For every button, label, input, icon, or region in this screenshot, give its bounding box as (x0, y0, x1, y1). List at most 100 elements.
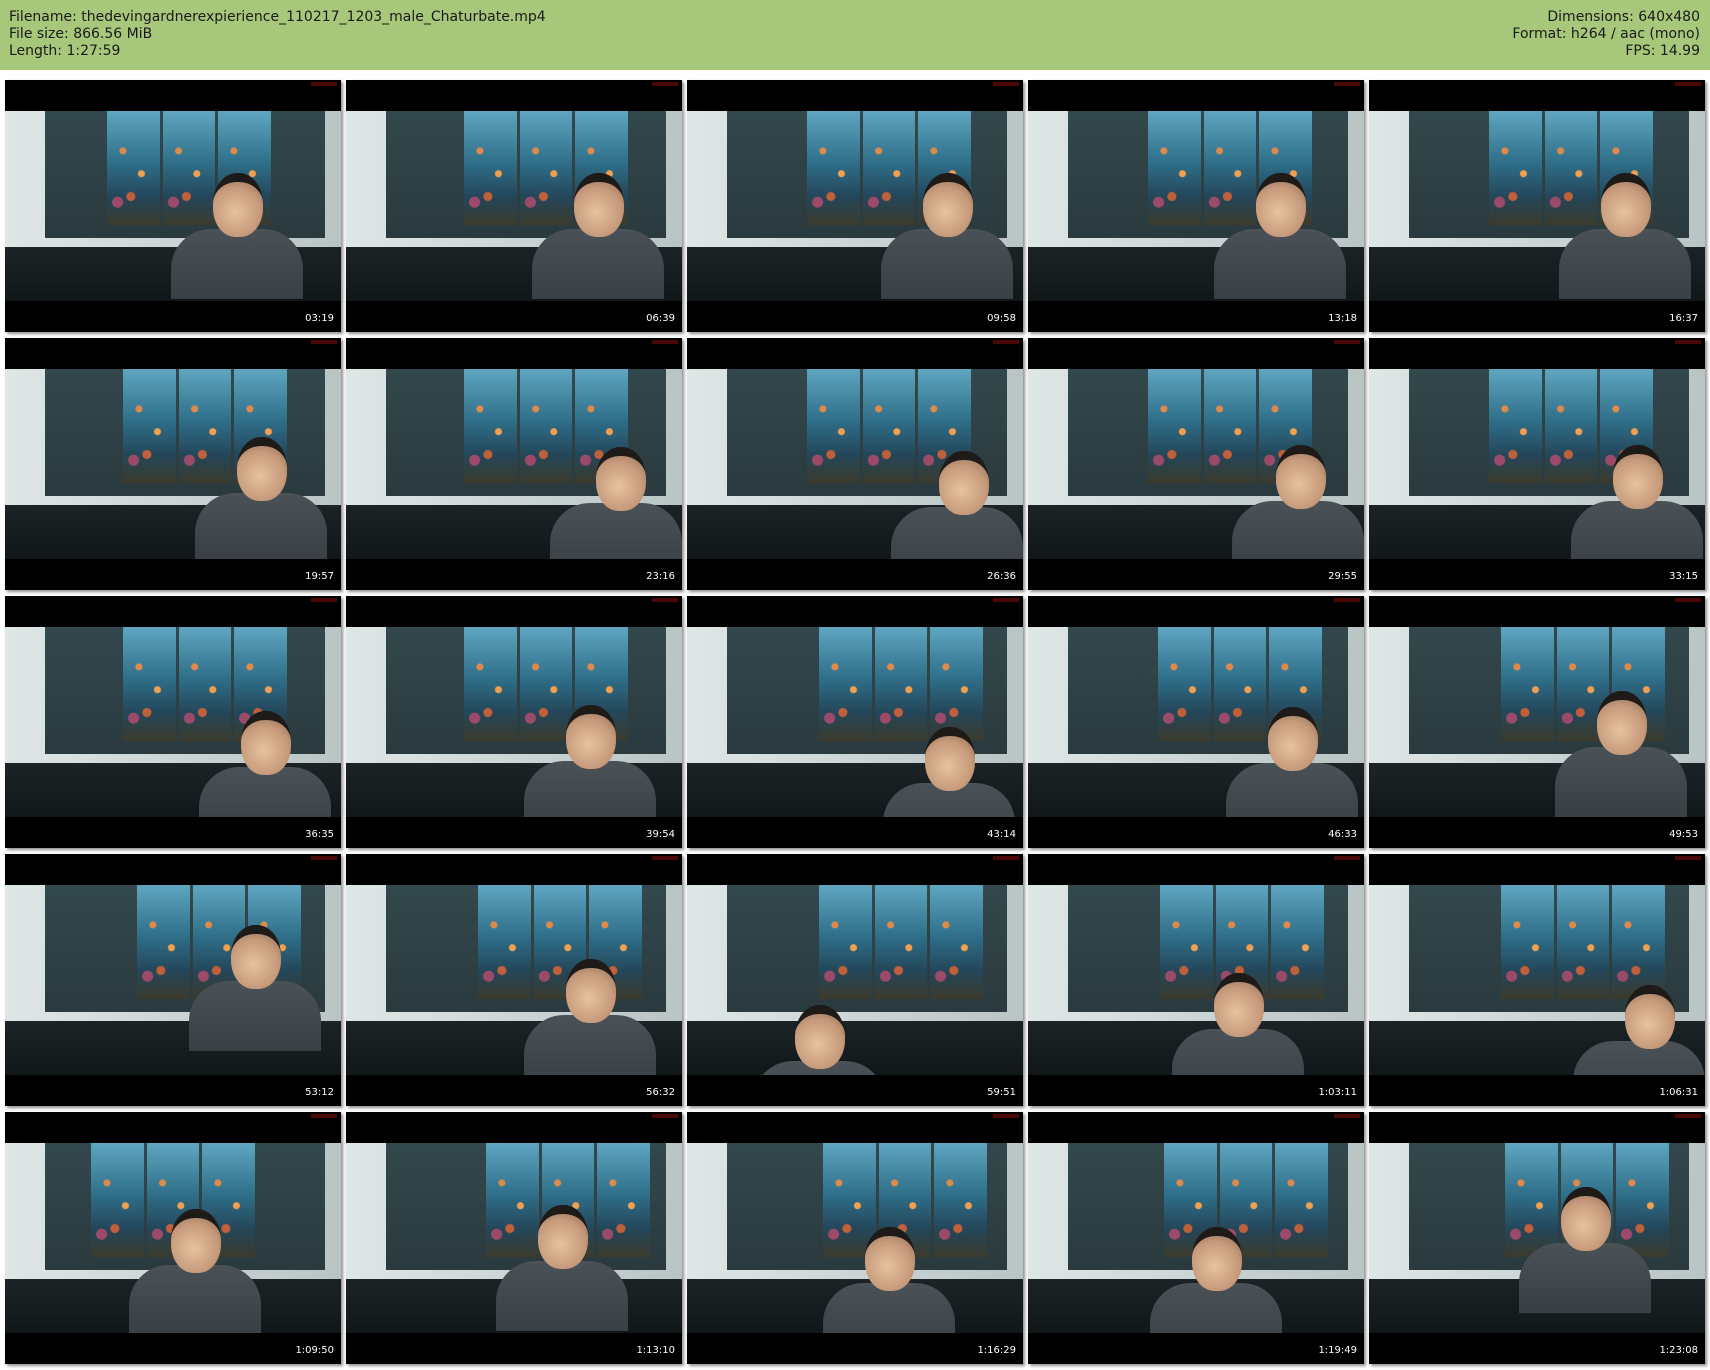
timestamp-label: 13:18 (1328, 313, 1357, 324)
video-frame (1028, 111, 1364, 301)
thumbnail: 33:15 (1369, 338, 1705, 590)
timestamp-label: 29:55 (1328, 571, 1357, 582)
watermark-mark (993, 1114, 1019, 1118)
contact-sheet-header: Filename: thedevingardnerexpierience_110… (0, 0, 1710, 70)
video-frame (687, 1143, 1023, 1333)
thumbnail: 13:18 (1028, 80, 1364, 332)
thumbnail: 36:35 (5, 596, 341, 848)
timestamp-label: 36:35 (305, 829, 334, 840)
length-label: Length: 1:27:59 (9, 43, 121, 59)
video-frame (346, 369, 682, 559)
timestamp-label: 1:09:50 (295, 1345, 334, 1356)
video-frame (5, 369, 341, 559)
watermark-mark (1675, 1114, 1701, 1118)
watermark-mark (652, 82, 678, 86)
thumbnail-grid: 03:19 06:39 09:58 13:18 16:37 19:57 23:16 26:36… (0, 78, 1710, 1370)
timestamp-label: 33:15 (1669, 571, 1698, 582)
video-frame (346, 1143, 682, 1333)
thumbnail: 53:12 (5, 854, 341, 1106)
thumbnail: 23:16 (346, 338, 682, 590)
thumbnail: 19:57 (5, 338, 341, 590)
timestamp-label: 1:03:11 (1318, 1087, 1357, 1098)
video-frame (1028, 1143, 1364, 1333)
timestamp-label: 26:36 (987, 571, 1016, 582)
thumbnail: 43:14 (687, 596, 1023, 848)
timestamp-label: 56:32 (646, 1087, 675, 1098)
thumbnail: 49:53 (1369, 596, 1705, 848)
thumbnail: 1:19:49 (1028, 1112, 1364, 1364)
thumbnail: 1:03:11 (1028, 854, 1364, 1106)
watermark-mark (311, 598, 337, 602)
video-frame (1369, 1143, 1705, 1333)
watermark-mark (311, 856, 337, 860)
watermark-mark (993, 340, 1019, 344)
video-frame (5, 627, 341, 817)
video-frame (1369, 885, 1705, 1075)
file-info: Filename: thedevingardnerexpierience_110… (9, 9, 546, 60)
timestamp-label: 53:12 (305, 1087, 334, 1098)
watermark-mark (1675, 82, 1701, 86)
dimensions-label: Dimensions: 640x480 (1547, 9, 1700, 25)
timestamp-label: 06:39 (646, 313, 675, 324)
timestamp-label: 03:19 (305, 313, 334, 324)
thumbnail: 56:32 (346, 854, 682, 1106)
timestamp-label: 19:57 (305, 571, 334, 582)
video-frame (5, 885, 341, 1075)
timestamp-label: 39:54 (646, 829, 675, 840)
fish-painting (1501, 885, 1666, 999)
timestamp-label: 1:16:29 (977, 1345, 1016, 1356)
timestamp-label: 1:06:31 (1659, 1087, 1698, 1098)
watermark-mark (311, 340, 337, 344)
watermark-mark (1675, 856, 1701, 860)
file-size-label: File size: 866.56 MiB (9, 26, 153, 42)
video-frame (346, 111, 682, 301)
video-frame (346, 885, 682, 1075)
watermark-mark (1675, 598, 1701, 602)
fish-painting (478, 885, 643, 999)
video-frame (1028, 627, 1364, 817)
fps-label: FPS: 14.99 (1625, 43, 1700, 59)
watermark-mark (1334, 82, 1360, 86)
video-frame (1028, 369, 1364, 559)
fish-painting (819, 885, 984, 999)
video-frame (1369, 369, 1705, 559)
watermark-mark (311, 82, 337, 86)
filename-label: Filename: thedevingardnerexpierience_110… (9, 9, 546, 25)
timestamp-label: 1:13:10 (636, 1345, 675, 1356)
video-frame (1369, 111, 1705, 301)
thumbnail: 09:58 (687, 80, 1023, 332)
thumbnail: 06:39 (346, 80, 682, 332)
video-frame (687, 885, 1023, 1075)
timestamp-label: 16:37 (1669, 313, 1698, 324)
watermark-mark (652, 598, 678, 602)
video-frame (5, 111, 341, 301)
fish-painting (819, 627, 984, 741)
video-frame (346, 627, 682, 817)
media-info: Dimensions: 640x480 Format: h264 / aac (… (1512, 9, 1700, 60)
timestamp-label: 49:53 (1669, 829, 1698, 840)
thumbnail: 26:36 (687, 338, 1023, 590)
thumbnail: 16:37 (1369, 80, 1705, 332)
timestamp-label: 09:58 (987, 313, 1016, 324)
watermark-mark (993, 82, 1019, 86)
video-frame (687, 627, 1023, 817)
thumbnail: 1:06:31 (1369, 854, 1705, 1106)
watermark-mark (993, 856, 1019, 860)
watermark-mark (652, 340, 678, 344)
timestamp-label: 46:33 (1328, 829, 1357, 840)
video-frame (687, 111, 1023, 301)
thumbnail: 03:19 (5, 80, 341, 332)
thumbnail: 1:09:50 (5, 1112, 341, 1364)
timestamp-label: 1:23:08 (1659, 1345, 1698, 1356)
watermark-mark (652, 856, 678, 860)
fish-painting (1164, 1143, 1329, 1257)
thumbnail: 29:55 (1028, 338, 1364, 590)
video-frame (1369, 627, 1705, 817)
watermark-mark (1334, 598, 1360, 602)
timestamp-label: 59:51 (987, 1087, 1016, 1098)
watermark-mark (652, 1114, 678, 1118)
format-label: Format: h264 / aac (mono) (1512, 26, 1700, 42)
video-frame (1028, 885, 1364, 1075)
video-frame (5, 1143, 341, 1333)
video-frame (687, 369, 1023, 559)
